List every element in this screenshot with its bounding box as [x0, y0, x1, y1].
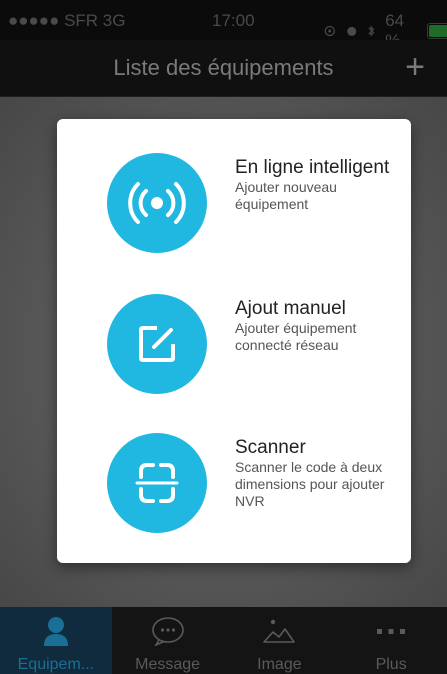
option-text: Ajout manuel Ajouter équipement connecté… [235, 298, 405, 354]
option-description: Scanner le code à deux dimensions pour a… [235, 459, 385, 509]
option-description: Ajouter nouveau équipement [235, 179, 337, 212]
scan-icon [135, 463, 179, 503]
option-title: En ligne intelligent [235, 157, 390, 178]
tab-label: Message [135, 656, 201, 673]
option-online-smart[interactable]: En ligne intelligent Ajouter nouveau équ… [57, 153, 411, 263]
option-circle [107, 433, 207, 533]
option-text: En ligne intelligent Ajouter nouveau équ… [235, 157, 405, 213]
carrier-signal: ●●●●● SFR 3G [8, 11, 126, 30]
nav-bar: Liste des équipements + [0, 40, 447, 97]
image-icon [263, 619, 296, 643]
person-icon [43, 617, 68, 646]
tab-equipements[interactable]: Equipem... [0, 607, 112, 674]
alarm-icon [346, 26, 356, 36]
add-device-button[interactable]: + [405, 48, 425, 86]
status-time: 17:00 [212, 11, 255, 30]
phone-screen: ●●●●● SFR 3G 17:00 64 % Liste des équipe… [0, 0, 447, 674]
tab-message[interactable]: Message [112, 607, 224, 674]
tab-bar: Equipem... Message Image Plus [0, 607, 447, 674]
option-text: Scanner Scanner le code à deux dimension… [235, 437, 405, 510]
option-description: Ajouter équipement connecté réseau [235, 320, 357, 353]
status-bar: ●●●●● SFR 3G 17:00 64 % [0, 0, 447, 50]
tab-plus[interactable]: Plus [335, 607, 447, 674]
option-manual-add[interactable]: Ajout manuel Ajouter équipement connecté… [57, 294, 411, 404]
bluetooth-icon [368, 25, 375, 37]
page-title: Liste des équipements [113, 55, 334, 80]
option-circle [107, 294, 207, 394]
battery-fill [429, 25, 447, 37]
option-title: Scanner [235, 437, 306, 458]
tab-label: Plus [375, 656, 407, 673]
option-title: Ajout manuel [235, 298, 346, 319]
tab-label: Equipem... [17, 656, 95, 673]
more-icon [377, 629, 406, 634]
broadcast-icon [128, 182, 186, 224]
location-icon [324, 25, 335, 37]
tab-label: Image [257, 656, 302, 673]
message-icon [151, 617, 184, 646]
option-scanner[interactable]: Scanner Scanner le code à deux dimension… [57, 433, 411, 543]
add-device-modal: En ligne intelligent Ajouter nouveau équ… [57, 119, 411, 563]
option-circle [107, 153, 207, 253]
edit-icon [139, 326, 175, 362]
tab-image[interactable]: Image [224, 607, 336, 674]
battery-icon [427, 23, 447, 39]
